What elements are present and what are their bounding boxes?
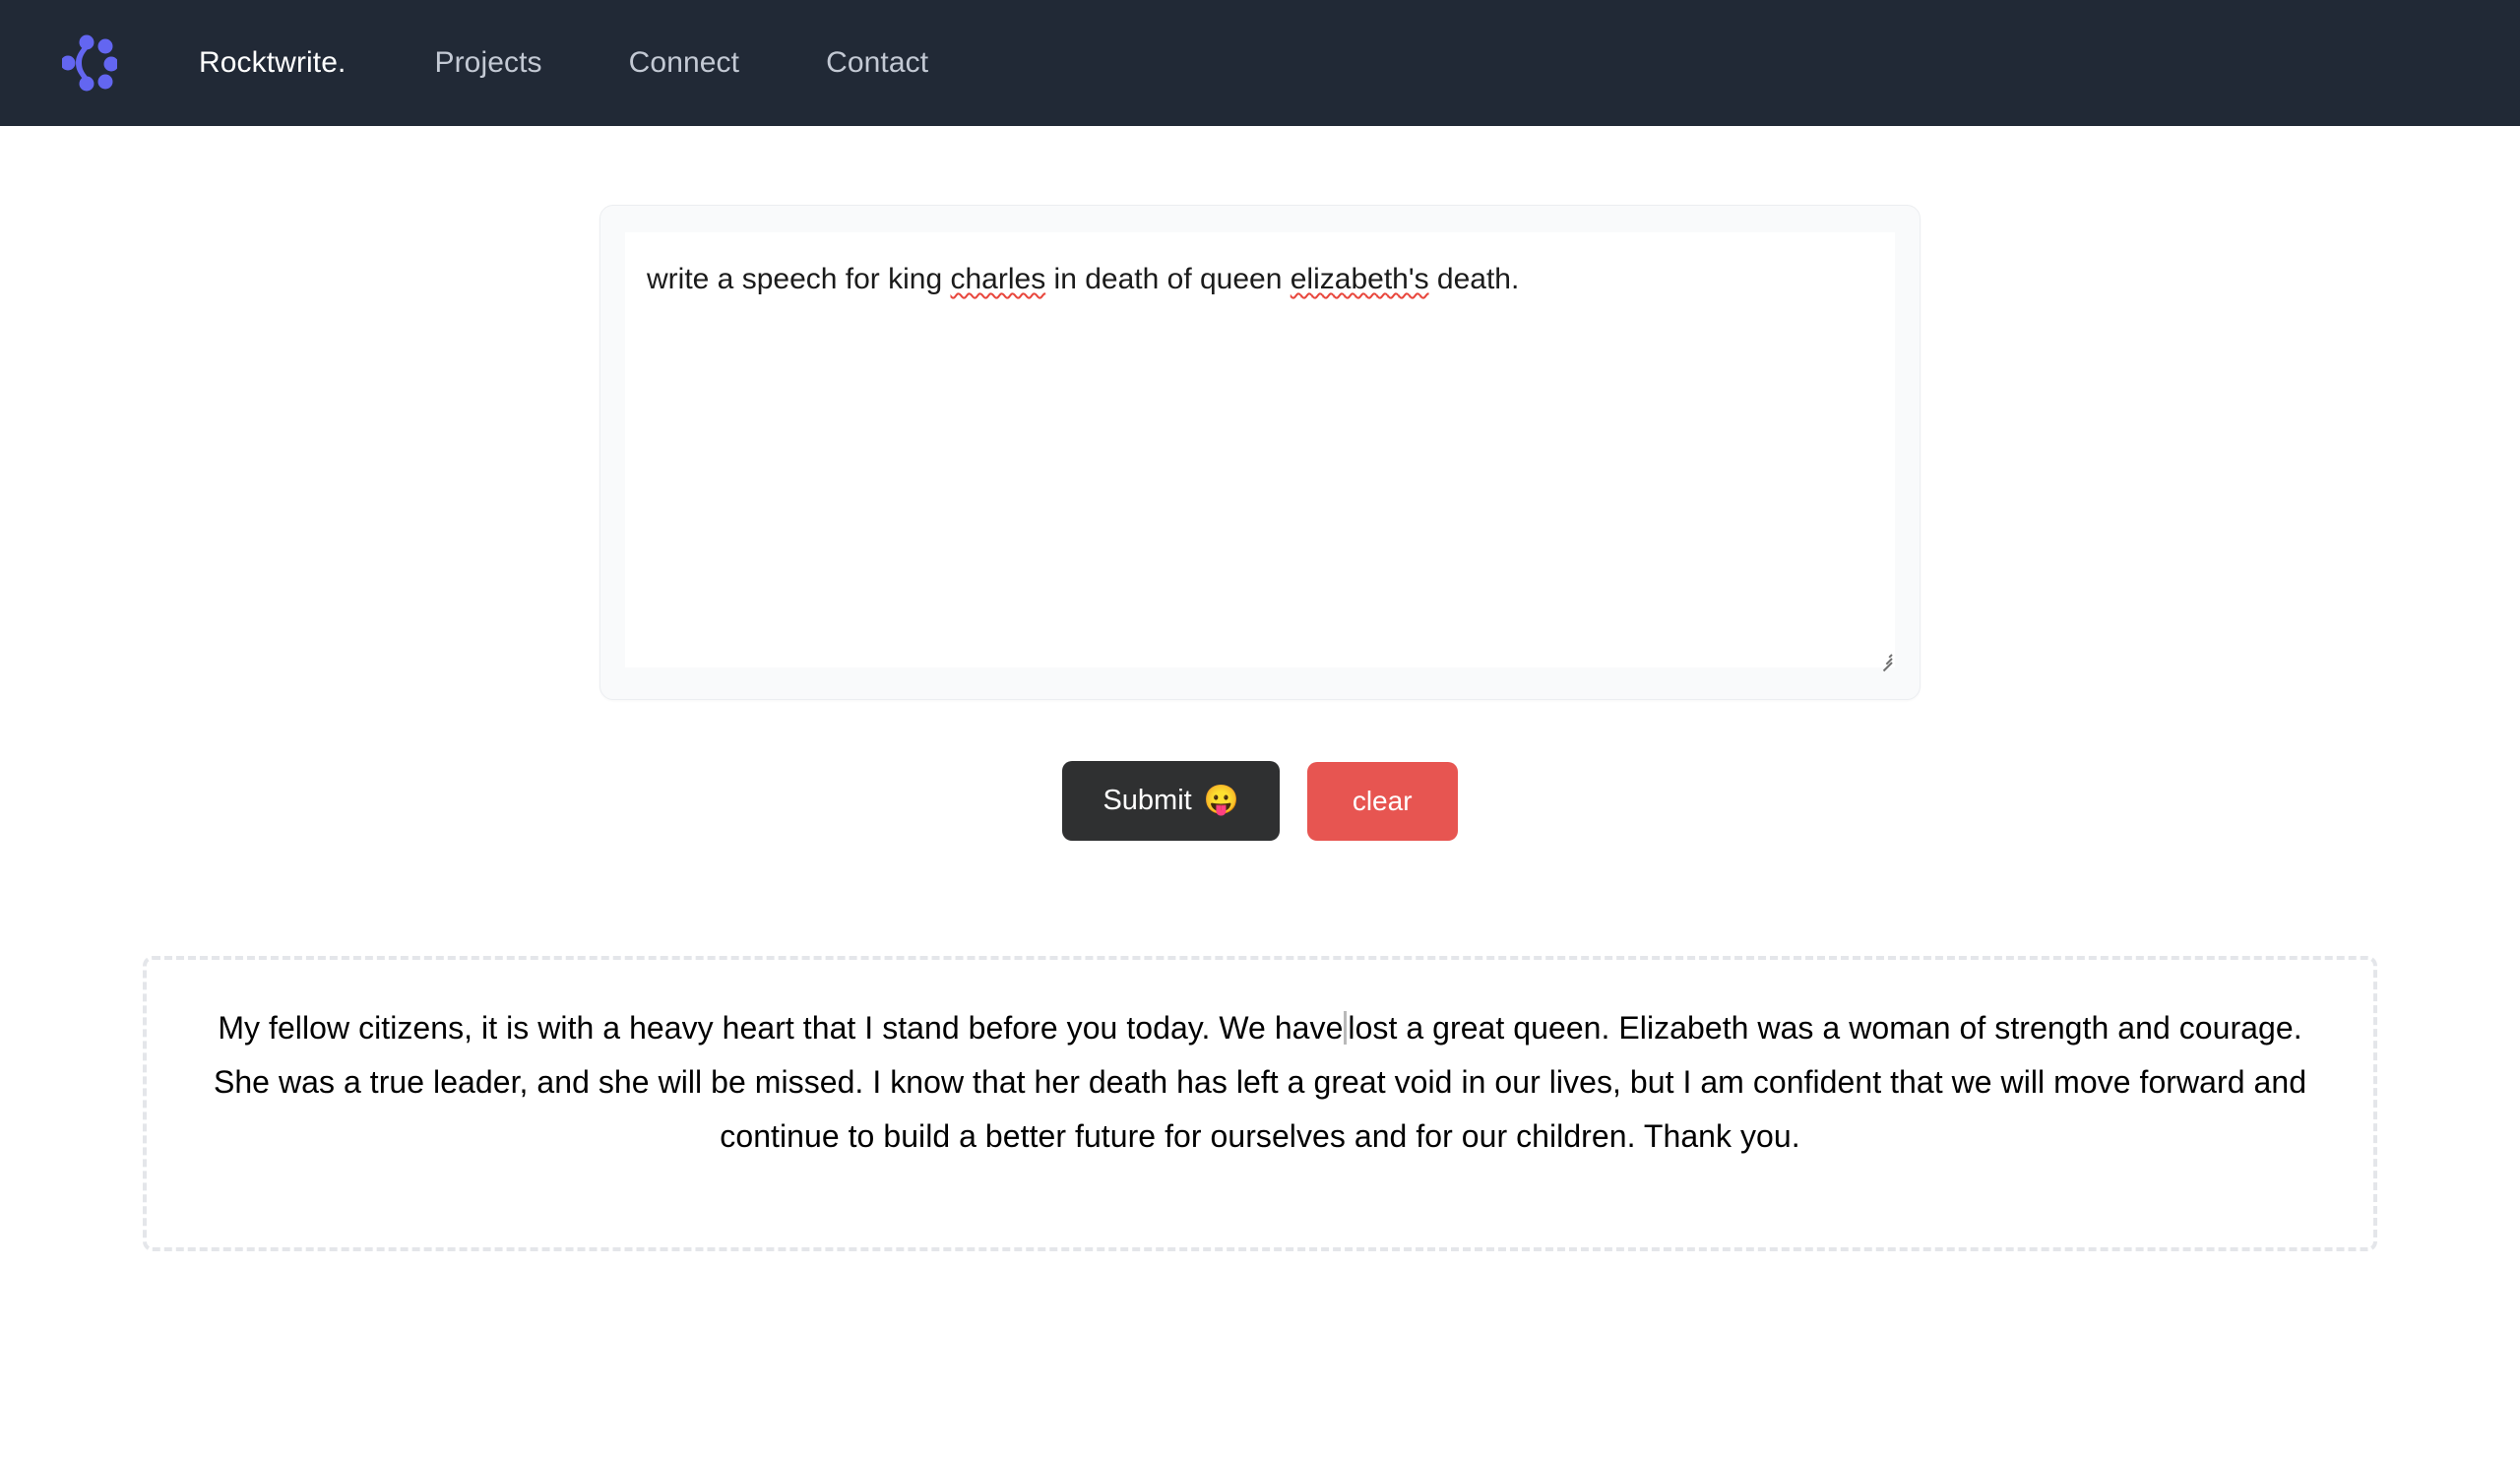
prompt-card: write a speech for king charles in death… [599,205,1921,700]
prompt-text-between: in death of queen [1045,263,1291,295]
nav-links: Rocktwrite. Projects Connect Contact [199,48,1015,78]
output-text-before-caret: My fellow citizens, it is with a heavy h… [218,1010,1344,1046]
nav-link-contact[interactable]: Contact [826,48,928,78]
output-panel: My fellow citizens, it is with a heavy h… [143,956,2377,1251]
prompt-misspelled-charles: charles [950,263,1046,295]
main-content: write a speech for king charles in death… [0,205,2520,1251]
textarea-resize-handle[interactable] [1876,649,1894,672]
prompt-wrapper: write a speech for king charles in death… [625,232,1895,672]
navbar: Rocktwrite. Projects Connect Contact [0,0,2520,126]
prompt-misspelled-elizabeths: elizabeth's [1290,263,1429,295]
nav-link-rocktwrite[interactable]: Rocktwrite. [199,48,346,78]
prompt-text-after: death. [1428,263,1520,295]
prompt-text-before: write a speech for king [647,263,951,295]
nav-link-projects[interactable]: Projects [434,48,541,78]
output-text: My fellow citizens, it is with a heavy h… [194,1001,2326,1164]
action-buttons: Submit 😛 clear [0,761,2520,841]
clear-button[interactable]: clear [1306,761,1458,841]
tongue-face-icon: 😛 [1203,785,1239,816]
rocktwrite-logo[interactable] [57,31,122,95]
prompt-input[interactable]: write a speech for king charles in death… [625,232,1895,667]
submit-button-label: Submit [1102,785,1192,816]
nav-link-connect[interactable]: Connect [629,48,739,78]
submit-button[interactable]: Submit 😛 [1062,761,1280,841]
text-caret [1344,1011,1348,1045]
